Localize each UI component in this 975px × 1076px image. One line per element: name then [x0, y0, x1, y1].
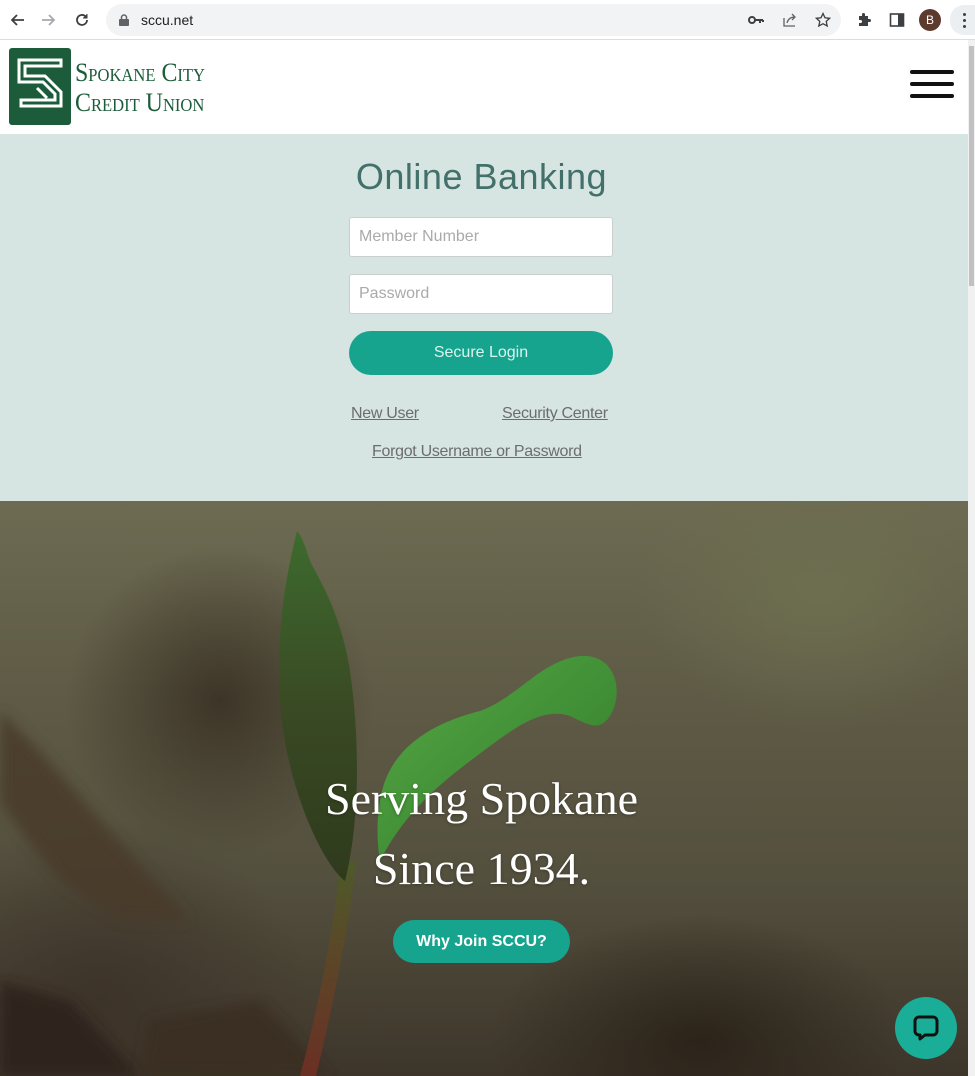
secure-login-button[interactable]: Secure Login: [349, 331, 613, 375]
forward-arrow-icon[interactable]: [36, 7, 62, 33]
browser-toolbar: sccu.net B: [0, 0, 975, 40]
star-icon[interactable]: [813, 10, 833, 30]
reload-icon[interactable]: [69, 7, 95, 33]
logo-line-1: Spokane City: [75, 58, 205, 87]
side-panel-icon[interactable]: [886, 9, 908, 31]
online-banking-login: Online Banking Secure Login New User Sec…: [0, 134, 968, 501]
profile-avatar[interactable]: B: [919, 9, 941, 31]
chat-bubble-icon: [913, 1015, 939, 1041]
sccu-logo[interactable]: Spokane City Credit Union: [9, 48, 234, 126]
hamburger-menu-icon[interactable]: [910, 70, 954, 98]
forgot-credentials-link[interactable]: Forgot Username or Password: [372, 443, 582, 461]
site-header: Spokane City Credit Union: [0, 40, 968, 134]
hero-headline-line-1: Serving Spokane: [324, 773, 638, 824]
chat-button[interactable]: [895, 997, 957, 1059]
profile-initial: B: [925, 13, 934, 27]
member-number-input[interactable]: [349, 217, 613, 257]
share-icon[interactable]: [780, 10, 800, 30]
password-input[interactable]: [349, 274, 613, 314]
back-arrow-icon[interactable]: [4, 7, 30, 33]
address-bar[interactable]: sccu.net: [106, 4, 841, 36]
hero-headline: Serving Spokane Since 1934.: [0, 764, 963, 904]
url-text[interactable]: sccu.net: [141, 12, 193, 28]
hero-headline-line-2: Since 1934.: [372, 843, 591, 894]
key-icon[interactable]: [746, 10, 766, 30]
scrollbar-thumb[interactable]: [969, 46, 974, 286]
logo-text: Spokane City Credit Union: [75, 58, 205, 118]
extensions-puzzle-icon[interactable]: [853, 9, 875, 31]
login-title: Online Banking: [355, 156, 608, 197]
page-scrollbar[interactable]: [968, 40, 975, 1076]
sccu-logo-mark-icon: [9, 48, 71, 125]
more-vert-icon[interactable]: [950, 5, 975, 35]
lock-icon: [119, 14, 129, 26]
security-center-link[interactable]: Security Center: [502, 405, 608, 423]
hero-banner: Serving Spokane Since 1934. Why Join SCC…: [0, 501, 968, 1076]
why-join-button[interactable]: Why Join SCCU?: [393, 920, 570, 963]
logo-line-2: Credit Union: [75, 88, 205, 117]
new-user-link[interactable]: New User: [351, 405, 419, 423]
